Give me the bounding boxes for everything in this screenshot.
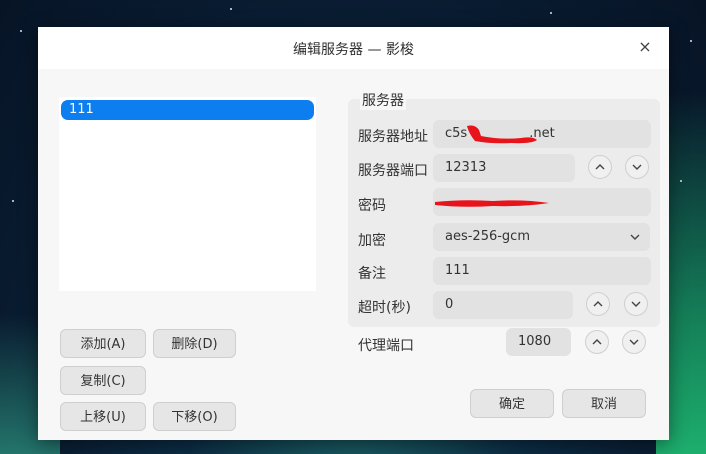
redaction-mark <box>435 200 549 207</box>
star <box>230 8 232 10</box>
port-input[interactable]: 12313 <box>433 154 575 182</box>
proxy-port-decrement-button[interactable] <box>622 330 646 354</box>
redaction-mark <box>467 125 537 144</box>
star <box>690 40 692 42</box>
timeout-label: 超时(秒) <box>358 300 411 316</box>
title-bar: 编辑服务器 — 影梭 × <box>38 27 669 69</box>
chevron-up-icon <box>592 339 602 345</box>
encryption-label: 加密 <box>358 233 386 249</box>
chevron-down-icon <box>629 339 639 345</box>
chevron-down-icon <box>632 164 642 170</box>
star <box>680 180 682 182</box>
server-group-title: 服务器 <box>360 90 406 110</box>
add-button[interactable]: 添加(A) <box>60 329 146 358</box>
star <box>12 200 14 202</box>
move-up-button[interactable]: 上移(U) <box>60 402 146 431</box>
delete-button[interactable]: 删除(D) <box>153 329 236 358</box>
close-icon[interactable]: × <box>635 37 655 57</box>
encryption-value: aes-256-gcm <box>445 229 530 244</box>
address-input[interactable]: c5s .net <box>433 120 651 148</box>
remark-input[interactable]: 111 <box>433 257 651 285</box>
chevron-down-icon <box>630 234 640 240</box>
address-label: 服务器地址 <box>358 129 428 145</box>
proxy-port-input[interactable]: 1080 <box>506 328 571 356</box>
server-list[interactable]: 111 <box>59 97 316 291</box>
cancel-button[interactable]: 取消 <box>562 389 646 418</box>
copy-button[interactable]: 复制(C) <box>60 366 146 395</box>
window-title: 编辑服务器 — 影梭 <box>293 42 414 58</box>
remark-label: 备注 <box>358 266 386 282</box>
ok-button[interactable]: 确定 <box>470 389 554 418</box>
password-input[interactable] <box>433 188 651 216</box>
port-decrement-button[interactable] <box>625 155 649 179</box>
timeout-input[interactable]: 0 <box>433 291 573 319</box>
port-increment-button[interactable] <box>588 155 612 179</box>
chevron-down-icon <box>631 301 641 307</box>
list-item[interactable]: 111 <box>61 100 314 120</box>
chevron-up-icon <box>595 164 605 170</box>
star <box>20 30 22 32</box>
password-label: 密码 <box>358 198 386 214</box>
star <box>550 12 552 14</box>
timeout-decrement-button[interactable] <box>624 292 648 316</box>
encryption-select[interactable]: aes-256-gcm <box>433 223 650 251</box>
chevron-up-icon <box>593 301 603 307</box>
edit-server-dialog: 编辑服务器 — 影梭 × 111 添加(A) 删除(D) 复制(C) 上移(U)… <box>38 27 669 440</box>
timeout-increment-button[interactable] <box>586 292 610 316</box>
port-label: 服务器端口 <box>358 163 428 179</box>
move-down-button[interactable]: 下移(O) <box>153 402 236 431</box>
proxy-port-increment-button[interactable] <box>585 330 609 354</box>
proxy-port-label: 代理端口 <box>358 338 414 354</box>
